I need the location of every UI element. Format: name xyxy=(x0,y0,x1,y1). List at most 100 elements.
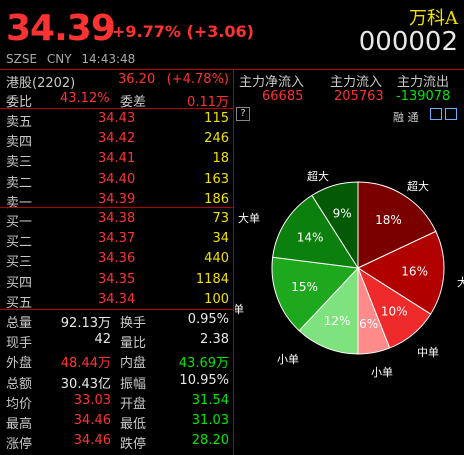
pie-category-label: 大单 xyxy=(457,275,464,289)
bid-stats-divider xyxy=(0,309,233,310)
stats-row: 现手 42 量比 2.38 xyxy=(0,331,233,352)
stat-value: 10.95% xyxy=(179,372,229,388)
ask-label: 卖五 xyxy=(6,115,33,130)
quote-subline: SZSE CNY 14:43:48 xyxy=(6,52,141,66)
stat-value: 2.38 xyxy=(200,332,229,348)
bid-row: 买三 34.36 440 xyxy=(0,250,233,271)
pie-percent-label: 10% xyxy=(381,305,408,319)
ask-price[interactable]: 34.40 xyxy=(98,172,135,187)
margin-link[interactable]: 融 通 xyxy=(393,109,419,125)
bid-label: 买四 xyxy=(6,275,33,291)
pie-percent-label: 16% xyxy=(401,265,428,279)
window-icon[interactable] xyxy=(430,108,442,120)
price-change: +9.77% (+3.06) xyxy=(112,22,254,41)
bid-label: 买一 xyxy=(6,215,33,230)
ask-volume: 186 xyxy=(204,191,229,207)
ratio-row: 委比 43.12% 委差 0.11万 xyxy=(0,90,233,110)
ask-row: 卖二 34.40 163 xyxy=(0,171,233,191)
stat-label: 总量 xyxy=(6,316,33,331)
bid-row: 买二 34.37 34 xyxy=(0,230,233,251)
ask-row: 卖四 34.42 246 xyxy=(0,130,233,151)
stat-value: 42 xyxy=(94,332,111,348)
stats-row: 最高 34.46 最低 31.03 xyxy=(0,412,233,432)
bid-label: 买三 xyxy=(6,255,33,271)
pie-percent-label: 9% xyxy=(333,206,352,220)
hk-label: 港股(2202) xyxy=(6,76,76,91)
ask-row: 卖一 34.39 186 xyxy=(0,191,233,211)
currency-label: CNY xyxy=(46,52,72,66)
bid-volume: 440 xyxy=(204,251,229,267)
ask-price[interactable]: 34.39 xyxy=(98,192,135,207)
stat-label: 总额 xyxy=(6,376,33,392)
stat-value: 34.46 xyxy=(73,433,111,449)
stat-value: 28.20 xyxy=(191,433,229,449)
capital-flow-pie-chart: 18% 超大 16% 大单 10% 中单 6% 小单 12% 小单 15% 中单 14% 大单 9% 超大 xyxy=(235,169,464,379)
stat-value: 34.46 xyxy=(73,413,111,428)
stat-value: 30.43亿 xyxy=(60,376,111,392)
hk-change: (+4.78%) xyxy=(166,72,229,87)
stat-value: 0.95% xyxy=(187,312,229,327)
pie-category-label: 小单 xyxy=(371,366,393,379)
pie-category-label: 小单 xyxy=(277,353,299,366)
stat-label: 跌停 xyxy=(120,437,147,453)
ratio-value: 43.12% xyxy=(60,91,110,106)
panel-divider xyxy=(233,69,234,455)
flow-header-in: 主力流入 xyxy=(330,75,383,90)
ask-label: 卖四 xyxy=(6,135,33,151)
stats-row: 均价 33.03 开盘 31.54 xyxy=(0,392,233,412)
ask-row: 卖五 34.43 115 xyxy=(0,110,233,130)
pie-percent-label: 12% xyxy=(324,314,351,328)
flow-value-in: 205763 xyxy=(334,89,384,104)
bid-volume: 1184 xyxy=(195,271,229,287)
quote-time: 14:43:48 xyxy=(81,52,136,66)
ask-price[interactable]: 34.41 xyxy=(98,151,135,166)
bid-label: 买二 xyxy=(6,235,33,251)
ask-volume: 163 xyxy=(204,171,229,187)
ask-bid-divider xyxy=(0,207,233,208)
pie-percent-label: 14% xyxy=(297,231,324,245)
stats-row: 涨停 34.46 跌停 28.20 xyxy=(0,432,233,453)
stat-value: 33.03 xyxy=(73,392,111,408)
bid-volume: 34 xyxy=(212,231,229,247)
ask-volume: 115 xyxy=(204,111,229,126)
help-button[interactable]: ? xyxy=(236,107,250,121)
hk-row: 港股(2202) 36.20 (+4.78%) xyxy=(0,71,233,91)
stat-value: 48.44万 xyxy=(60,356,111,372)
ask-volume: 18 xyxy=(212,151,229,167)
stat-value: 31.54 xyxy=(191,392,229,408)
bid-price[interactable]: 34.36 xyxy=(98,251,135,266)
ask-row: 卖三 34.41 18 xyxy=(0,150,233,171)
quote-header: 34.39 +9.77% (+3.06) 万科A 000002 SZSE CNY… xyxy=(0,0,464,70)
ask-volume: 246 xyxy=(204,131,229,147)
stat-label: 现手 xyxy=(6,336,33,352)
stat-value: 92.13万 xyxy=(60,316,111,331)
pie-percent-label: 6% xyxy=(359,317,378,331)
bid-price[interactable]: 34.34 xyxy=(98,292,135,307)
stat-label: 量比 xyxy=(120,336,147,352)
bid-volume: 73 xyxy=(212,211,229,226)
bid-price[interactable]: 34.37 xyxy=(98,231,135,246)
settings-icon[interactable] xyxy=(445,108,457,120)
ask-label: 卖三 xyxy=(6,155,33,171)
pie-category-label: 超大 xyxy=(407,179,429,193)
ask-label: 卖二 xyxy=(6,175,33,191)
flow-value-out: -139078 xyxy=(396,89,451,104)
stat-value: 43.69万 xyxy=(178,356,229,372)
bid-price[interactable]: 34.35 xyxy=(98,272,135,287)
exchange-label: SZSE xyxy=(6,52,38,66)
stat-label: 最低 xyxy=(120,417,147,432)
header-divider xyxy=(0,69,464,70)
ask-price[interactable]: 34.42 xyxy=(98,131,135,146)
stat-label: 开盘 xyxy=(120,396,147,412)
stat-label: 振幅 xyxy=(120,376,147,392)
flow-header-net: 主力净流入 xyxy=(239,75,305,90)
bid-row: 买四 34.35 1184 xyxy=(0,271,233,291)
flow-header-out: 主力流出 xyxy=(397,75,450,90)
ask-price[interactable]: 34.43 xyxy=(98,111,135,126)
bid-row: 买一 34.38 73 xyxy=(0,210,233,230)
stock-code[interactable]: 000002 xyxy=(359,27,458,57)
last-price: 34.39 xyxy=(6,8,116,49)
bid-row: 买五 34.34 100 xyxy=(0,291,233,311)
stat-value: 31.03 xyxy=(191,413,229,428)
bid-price[interactable]: 34.38 xyxy=(98,211,135,226)
